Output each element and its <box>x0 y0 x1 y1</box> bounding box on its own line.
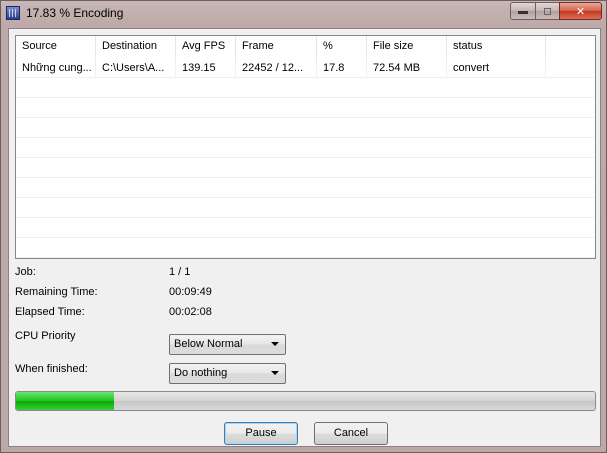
cell-source: Những cung... <box>16 58 96 78</box>
maximize-icon: ◻ <box>543 5 552 17</box>
column-header-empty <box>546 36 595 58</box>
job-list[interactable]: Source Destination Avg FPS Frame % File … <box>15 35 596 259</box>
close-icon: ✕ <box>575 5 586 18</box>
job-value: 1 / 1 <box>169 266 191 278</box>
cancel-button[interactable]: Cancel <box>314 422 388 445</box>
minimize-button[interactable]: ▬ <box>510 2 536 20</box>
empty-row <box>16 78 595 98</box>
cell-frame: 22452 / 12... <box>236 58 317 78</box>
cpu-priority-value: Below Normal <box>174 338 243 350</box>
window-title: 17.83 % Encoding <box>26 6 124 20</box>
remaining-time-label: Remaining Time: <box>15 286 98 298</box>
remaining-time-value: 00:09:49 <box>169 286 212 298</box>
cell-file-size: 72.54 MB <box>367 58 447 78</box>
empty-row <box>16 198 595 218</box>
when-finished-select[interactable]: Do nothing <box>169 363 286 384</box>
encoding-progress-bar <box>15 391 596 411</box>
dropdown-arrow-icon <box>271 342 279 346</box>
column-header-destination[interactable]: Destination <box>96 36 176 58</box>
cell-status: convert <box>447 58 546 78</box>
empty-row <box>16 158 595 178</box>
encoding-window: 17.83 % Encoding ▬ ◻ ✕ Source Destinatio… <box>0 0 607 453</box>
maximize-button[interactable]: ◻ <box>535 2 560 20</box>
empty-row <box>16 178 595 198</box>
elapsed-time-label: Elapsed Time: <box>15 306 85 318</box>
column-header-status[interactable]: status <box>447 36 546 58</box>
elapsed-time-value: 00:02:08 <box>169 306 212 318</box>
empty-row <box>16 238 595 258</box>
close-button[interactable]: ✕ <box>559 2 602 20</box>
minimize-icon: ▬ <box>518 5 528 17</box>
cell-percent: 17.8 <box>317 58 367 78</box>
cpu-priority-label: CPU Priority <box>15 330 76 342</box>
dropdown-arrow-icon <box>271 371 279 375</box>
job-label: Job: <box>15 266 36 278</box>
column-header-source[interactable]: Source <box>16 36 96 58</box>
cell-empty <box>546 58 595 78</box>
list-header: Source Destination Avg FPS Frame % File … <box>16 36 595 58</box>
pause-button[interactable]: Pause <box>224 422 298 445</box>
column-header-file-size[interactable]: File size <box>367 36 447 58</box>
cell-destination: C:\Users\A... <box>96 58 176 78</box>
when-finished-label: When finished: <box>15 363 88 375</box>
column-header-frame[interactable]: Frame <box>236 36 317 58</box>
table-row[interactable]: Những cung... C:\Users\A... 139.15 22452… <box>16 58 595 78</box>
cpu-priority-select[interactable]: Below Normal <box>169 334 286 355</box>
empty-row <box>16 98 595 118</box>
window-controls: ▬ ◻ ✕ <box>510 2 602 20</box>
app-icon <box>6 6 20 20</box>
column-header-avg-fps[interactable]: Avg FPS <box>176 36 236 58</box>
progress-fill <box>16 392 115 410</box>
empty-row <box>16 218 595 238</box>
client-area: Source Destination Avg FPS Frame % File … <box>8 28 601 447</box>
title-bar[interactable]: 17.83 % Encoding ▬ ◻ ✕ <box>1 1 606 27</box>
empty-row <box>16 118 595 138</box>
empty-row <box>16 138 595 158</box>
column-header-percent[interactable]: % <box>317 36 367 58</box>
when-finished-value: Do nothing <box>174 367 228 379</box>
cell-avg-fps: 139.15 <box>176 58 236 78</box>
